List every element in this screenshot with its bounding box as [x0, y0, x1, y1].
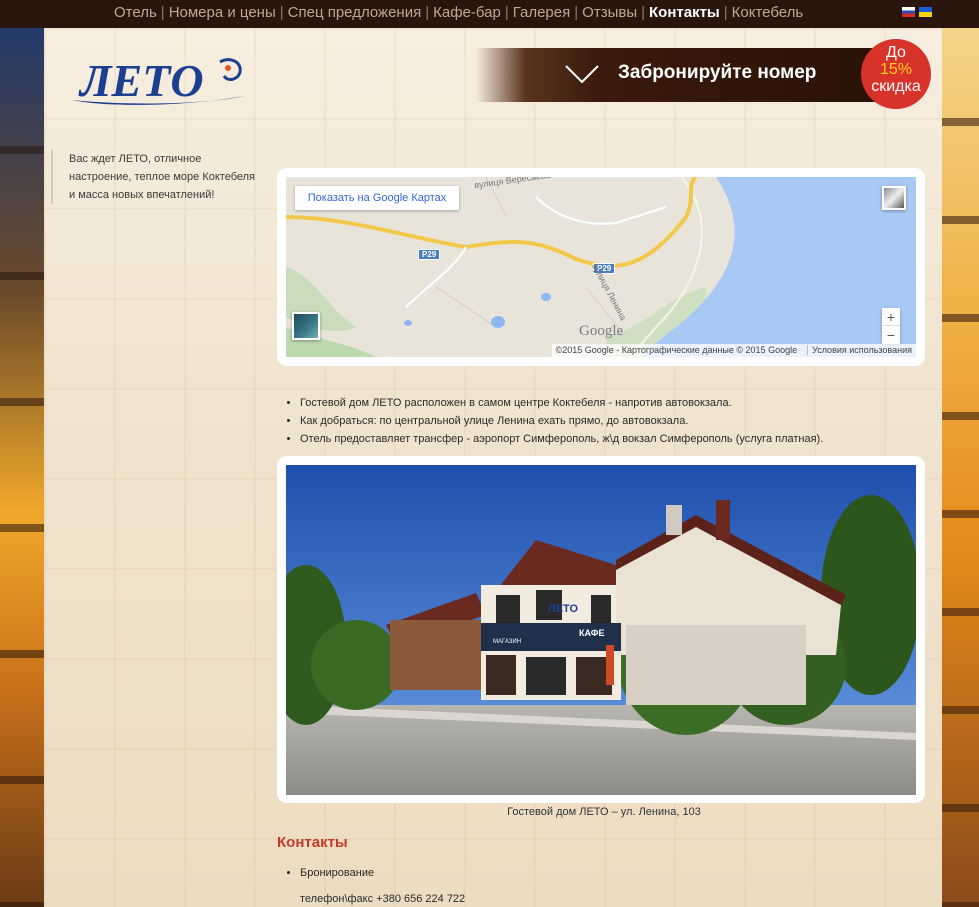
nav-item-cafe[interactable]: Кафе-бар [433, 4, 501, 21]
contact-phone: телефон\факс +380 656 224 722 [300, 893, 466, 905]
map-card: P29 P29 вулиця Вересаєва вулиця Ленина П… [277, 168, 925, 366]
photo-sign-cafe: КАФЕ [579, 628, 604, 638]
road-shield-p29-west: P29 [418, 249, 441, 260]
google-wordmark: Google [579, 323, 624, 339]
background-right [939, 28, 979, 907]
logo-text: ЛЕТО [78, 55, 204, 106]
hotel-photo: ЛЕТО КАФЕ МАГАЗИН [286, 465, 916, 795]
top-nav: Отель | Номера и цены | Спец предложения | Каф… [0, 0, 979, 28]
map-attribution: ©2015 Google - Картографические данные ©… [551, 344, 916, 357]
site-logo[interactable]: ЛЕТО [70, 48, 246, 108]
zoom-in-button[interactable]: + [882, 308, 900, 326]
zoom-control: + − [882, 308, 900, 344]
info-list: Гостевой дом ЛЕТО расположен в самом цен… [300, 394, 823, 448]
nav-separator: | [574, 4, 579, 21]
info-list-item: Отель предоставляет трансфер - аэропорт … [300, 430, 823, 448]
map-terms-link[interactable]: Условия использования [807, 345, 912, 355]
main-menu: Отель | Номера и цены | Спец предложения | Каф… [114, 4, 803, 21]
nav-separator: | [425, 4, 430, 21]
street-view-icon[interactable] [882, 186, 906, 210]
nav-separator: | [641, 4, 646, 21]
discount-line1: До [886, 44, 906, 61]
ru-flag-icon[interactable] [902, 7, 915, 17]
intro-text: Вас ждет ЛЕТО, отличное настроение, тепл… [51, 150, 261, 204]
info-list-item: Гостевой дом ЛЕТО расположен в самом цен… [300, 394, 823, 412]
nav-separator: | [160, 4, 165, 21]
ua-flag-icon[interactable] [919, 7, 932, 17]
contacts-list: Бронирование [300, 866, 374, 880]
nav-item-reviews[interactable]: Отзывы [582, 4, 637, 21]
nav-item-offers[interactable]: Спец предложения [288, 4, 422, 21]
show-on-google-maps-button[interactable]: Показать на Google Картах [295, 186, 459, 210]
discount-percent: 15% [879, 61, 913, 78]
photo-caption: Гостевой дом ЛЕТО – ул. Ленина, 103 [507, 806, 701, 818]
nav-item-gallery[interactable]: Галерея [513, 4, 571, 21]
photo-sign-shop: МАГАЗИН [493, 639, 521, 645]
photo-sign-logo: ЛЕТО [548, 603, 579, 615]
contacts-list-item: Бронирование [300, 866, 374, 880]
nav-item-contacts[interactable]: Контакты [649, 4, 720, 21]
booking-label: Забронируйте номер [618, 62, 817, 83]
booking-banner[interactable]: Забронируйте номер [476, 48, 886, 102]
nav-separator: | [504, 4, 509, 21]
zoom-out-button[interactable]: − [882, 326, 900, 344]
contacts-heading: Контакты [277, 834, 348, 851]
nav-separator: | [723, 4, 728, 21]
background-left [0, 28, 44, 907]
info-list-item: Как добраться: по центральной улице Лени… [300, 412, 823, 430]
discount-line2: скидка [871, 78, 921, 95]
discount-badge[interactable]: До 15% скидка [861, 39, 931, 109]
chevron-down-icon [565, 65, 599, 84]
nav-item-hotel[interactable]: Отель [114, 4, 157, 21]
hotel-building-illustration: ЛЕТО КАФЕ МАГАЗИН [286, 465, 916, 795]
google-map[interactable]: P29 P29 вулиця Вересаєва вулиця Ленина П… [286, 177, 916, 357]
nav-item-rooms[interactable]: Номера и цены [169, 4, 276, 21]
nav-separator: | [279, 4, 284, 21]
map-copyright: ©2015 Google - Картографические данные ©… [555, 345, 798, 355]
language-switcher [902, 7, 932, 17]
satellite-toggle-icon[interactable] [292, 312, 320, 340]
nav-item-koktebel[interactable]: Коктебель [732, 4, 804, 21]
photo-card: ЛЕТО КАФЕ МАГАЗИН [277, 456, 925, 803]
leto-logo-icon: ЛЕТО [72, 55, 244, 106]
